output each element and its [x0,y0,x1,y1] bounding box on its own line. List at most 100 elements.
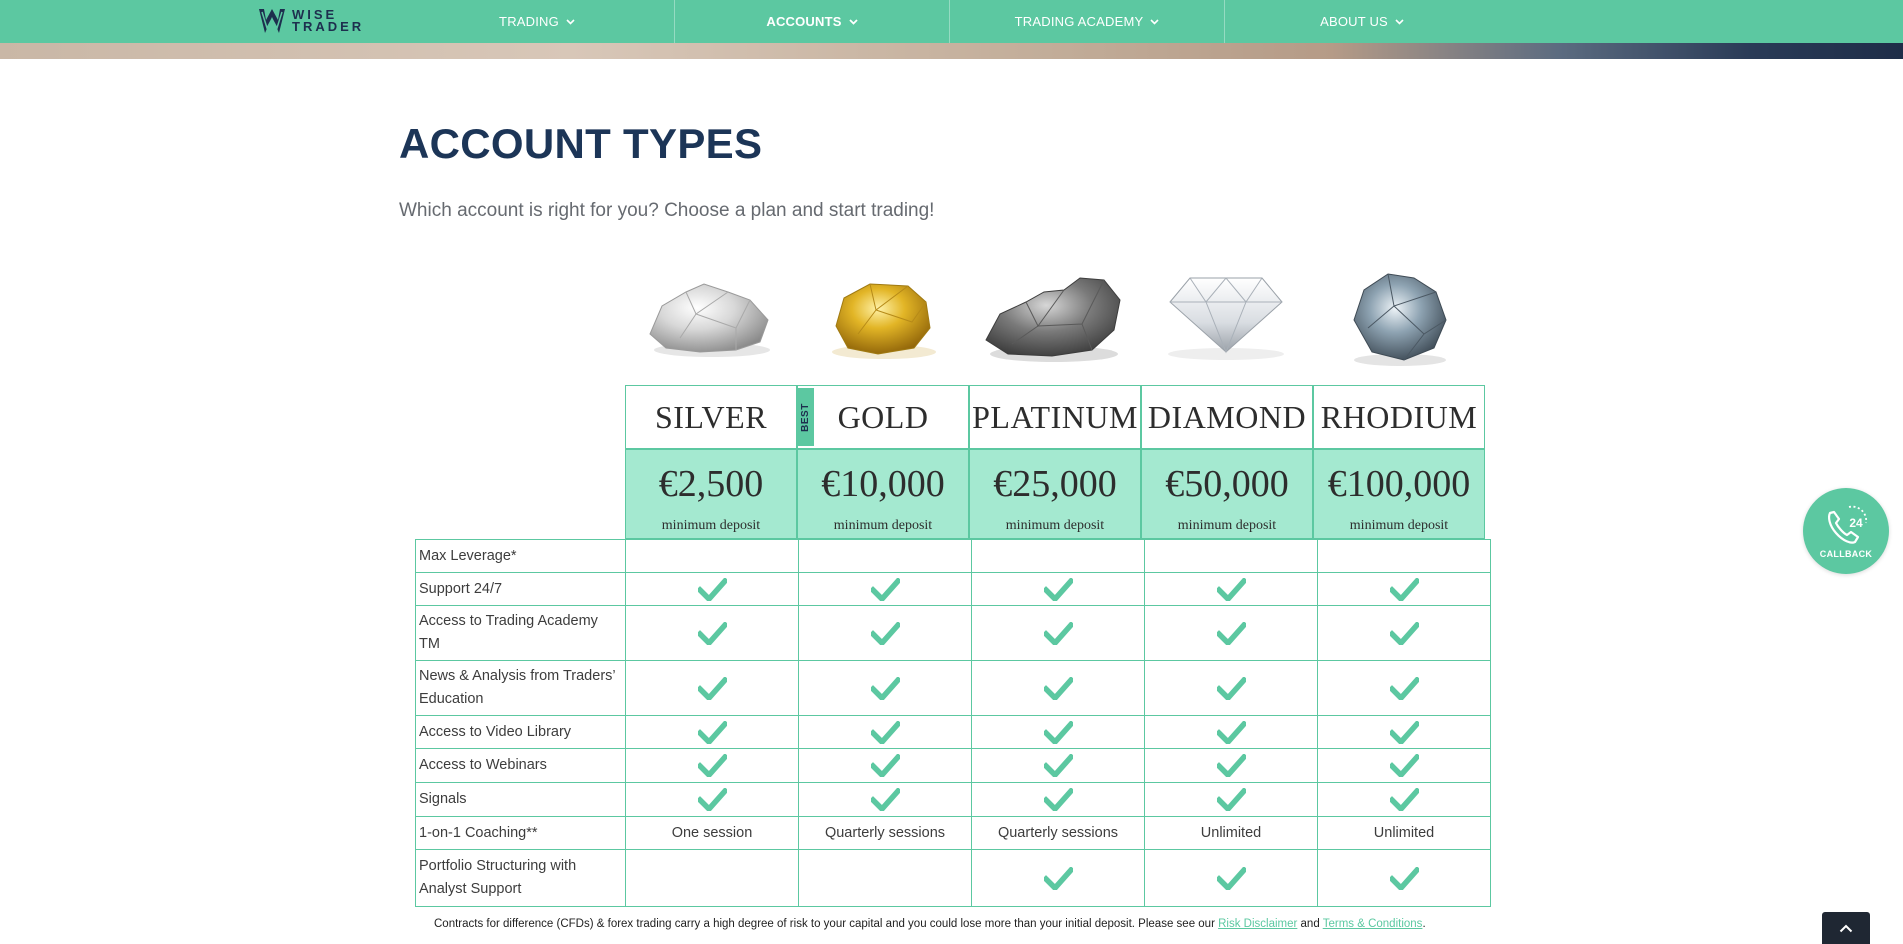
checkmark-icon [697,577,727,601]
feature-label: 1-on-1 Coaching** [415,816,626,850]
price-label: minimum deposit [833,518,933,533]
platinum-nugget-image [985,277,1121,362]
brand-name-line2: TRADER [292,19,365,34]
checkmark-icon [1043,788,1073,811]
checkmark-icon [1216,866,1246,890]
checkmark-icon [870,676,900,700]
feature-value-check [1144,660,1318,716]
feature-row: Portfolio Structuring with Analyst Suppo… [415,849,1491,907]
plan-name-gold: GOLD [797,385,969,449]
feature-value-check [1144,849,1318,907]
checkmark-icon [1043,866,1073,890]
feature-value-check [1144,782,1318,817]
features-table: Max Leverage* Support 24/7 Access to Tradi… [415,539,1491,907]
checkmark-icon [1216,577,1246,601]
checkmark-icon [1389,788,1419,811]
feature-value-check [798,605,972,661]
feature-value-check [1317,849,1491,907]
feature-value-check [798,572,972,606]
checkmark-icon [1216,788,1246,811]
feature-row: Max Leverage* [415,539,1491,573]
plan-price-diamond: €50,000 minimum deposit [1141,449,1313,539]
plan-name-diamond: DIAMOND [1141,385,1313,449]
feature-value-empty [1144,539,1318,573]
price-label: minimum deposit [1177,518,1277,533]
checkmark-icon [1389,676,1419,700]
feature-row: Access to Webinars [415,748,1491,783]
feature-value-check [1317,715,1491,749]
feature-value-check [971,572,1145,606]
checkmark-icon [1389,577,1419,601]
nav-trading[interactable]: TRADING [400,0,674,43]
feature-value-check [971,605,1145,661]
checkmark-icon [1389,754,1419,777]
feature-value-empty [971,539,1145,573]
feature-value-check [1144,748,1318,783]
feature-value-check [625,748,799,783]
checkmark-icon [697,720,727,744]
checkmark-icon [1216,621,1246,645]
chevron-up-icon [1839,924,1853,932]
nav-trading-academy[interactable]: TRADING ACADEMY [950,0,1224,43]
feature-value-check [971,849,1145,907]
disclaimer-end: . [1422,918,1426,930]
feature-value-text: Quarterly sessions [971,816,1145,850]
nav-about-us[interactable]: ABOUT US [1225,0,1499,43]
checkmark-icon [1043,754,1073,777]
price-label: minimum deposit [661,518,761,533]
checkmark-icon [1216,676,1246,700]
feature-value-check [1144,605,1318,661]
brand-logo[interactable]: WISE TRADER [258,6,364,36]
checkmark-icon [870,720,900,744]
plan-name-rhodium: RHODIUM [1313,385,1485,449]
silver-nugget-image [649,283,770,357]
gold-nugget-image [832,283,936,359]
rhodium-nugget-image [1353,273,1447,366]
hero-image-strip [0,43,1903,59]
feature-value-check [1317,782,1491,817]
scroll-to-top-button[interactable] [1822,912,1870,944]
checkmark-icon [870,621,900,645]
price-value: €2,500 [658,463,764,505]
disclaimer-and: and [1297,918,1323,930]
chevron-down-icon [1395,18,1404,25]
page-subtitle: Which account is right for you? Choose a… [399,200,935,221]
price-value: €50,000 [1165,463,1289,505]
feature-value-text: Quarterly sessions [798,816,972,850]
feature-value-text: Unlimited [1317,816,1491,850]
feature-label: Support 24/7 [415,572,626,606]
checkmark-icon [870,754,900,777]
checkmark-icon [1043,621,1073,645]
nav-accounts[interactable]: ACCOUNTS [675,0,949,43]
feature-value-check [625,660,799,716]
feature-row: 1-on-1 Coaching** One session Quarterly se… [415,816,1491,850]
checkmark-icon [1216,720,1246,744]
feature-value-check [625,572,799,606]
feature-value-check [971,660,1145,716]
plan-price-rhodium: €100,000 minimum deposit [1313,449,1485,539]
checkmark-icon [870,577,900,601]
callback-button[interactable]: 24 CALLBACK [1803,488,1889,574]
price-value: €25,000 [993,463,1117,505]
feature-value-check [798,660,972,716]
checkmark-icon [1043,577,1073,601]
feature-value-empty [625,849,799,907]
feature-label: News & Analysis from Traders’ Education [415,660,626,716]
risk-disclaimer-link[interactable]: Risk Disclaimer [1218,918,1297,930]
callback-label: CALLBACK [1819,549,1873,559]
feature-row: Signals [415,782,1491,817]
feature-value-check [971,782,1145,817]
checkmark-icon [1389,866,1419,890]
nav-trading-label: TRADING [499,14,559,29]
page-title: ACCOUNT TYPES [399,120,763,167]
feature-value-check [1317,660,1491,716]
feature-label: Access to Webinars [415,748,626,783]
best-badge: BEST [797,388,814,446]
feature-value-check [1317,605,1491,661]
feature-value-check [625,715,799,749]
feature-value-check [625,782,799,817]
feature-value-check [625,605,799,661]
plan-price-platinum: €25,000 minimum deposit [969,449,1141,539]
terms-conditions-link[interactable]: Terms & Conditions [1323,918,1423,930]
feature-label: Signals [415,782,626,817]
